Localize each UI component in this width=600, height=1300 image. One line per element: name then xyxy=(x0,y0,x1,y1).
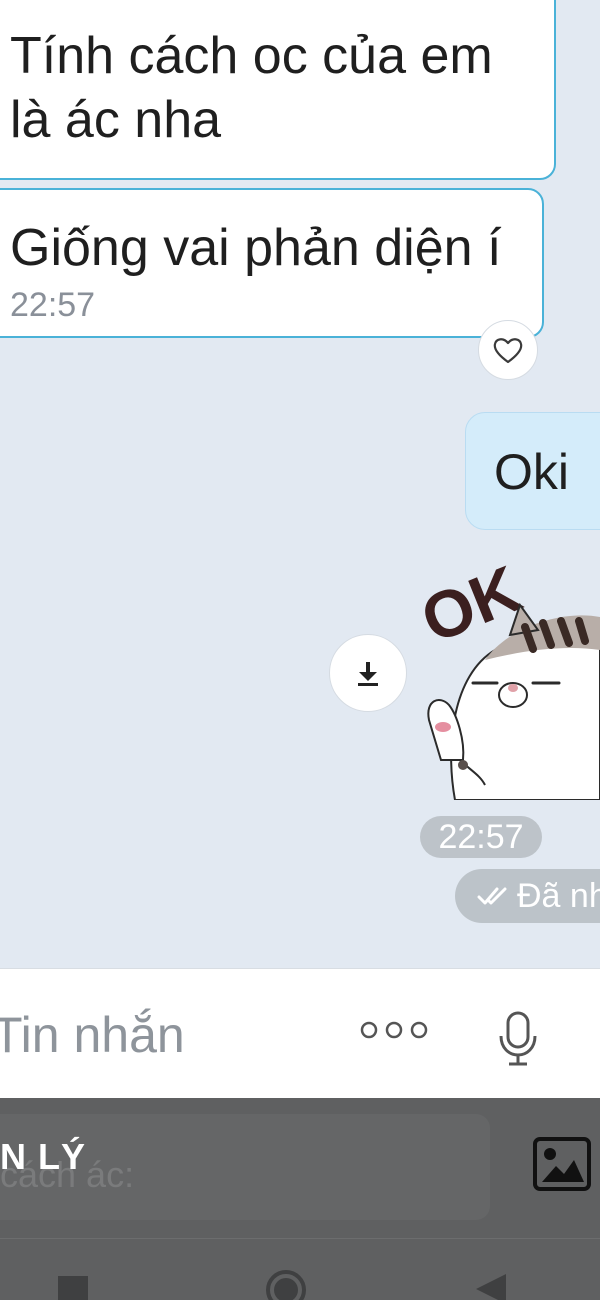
recent-apps-icon[interactable] xyxy=(58,1276,88,1300)
more-dots-icon[interactable] xyxy=(360,1019,428,1041)
message-text-line: Tính cách oc của em xyxy=(10,27,493,85)
message-bubble-outgoing[interactable]: Oki xyxy=(465,412,600,530)
message-time-badge: 22:57 xyxy=(420,816,542,858)
message-text: Oki xyxy=(494,444,569,500)
chat-area[interactable]: Tính cách oc của em là ác nha Giống vai … xyxy=(0,0,600,968)
microphone-icon[interactable] xyxy=(496,1010,540,1068)
heart-outline-icon xyxy=(493,338,523,364)
seen-status-text: Đã nh xyxy=(517,877,600,915)
overlay-title: N LÝ xyxy=(0,1136,87,1177)
download-icon xyxy=(358,662,378,686)
download-button[interactable] xyxy=(329,634,407,712)
message-text: Giống vai phản diện í xyxy=(10,219,502,277)
message-text-line: là ác nha xyxy=(10,91,222,149)
back-icon[interactable] xyxy=(470,1270,510,1300)
cat-ok-sticker[interactable]: OK xyxy=(415,555,600,800)
image-icon[interactable] xyxy=(532,1136,592,1192)
message-bubble-incoming[interactable]: Tính cách oc của em là ác nha xyxy=(0,0,556,180)
home-icon[interactable] xyxy=(264,1268,308,1300)
divider xyxy=(0,1238,600,1239)
overlay-panel: cách ác: N LÝ xyxy=(0,1098,600,1300)
seen-status-badge: Đã nh xyxy=(455,869,600,923)
message-time: 22:57 xyxy=(10,286,96,324)
double-check-icon xyxy=(477,887,507,905)
message-bubble-incoming[interactable]: Giống vai phản diện í 22:57 xyxy=(0,188,544,338)
message-text: Tính cách oc của em là ác nha xyxy=(10,24,493,152)
heart-reaction-button[interactable] xyxy=(478,320,538,380)
message-input[interactable]: Tin nhắn xyxy=(0,1005,185,1065)
